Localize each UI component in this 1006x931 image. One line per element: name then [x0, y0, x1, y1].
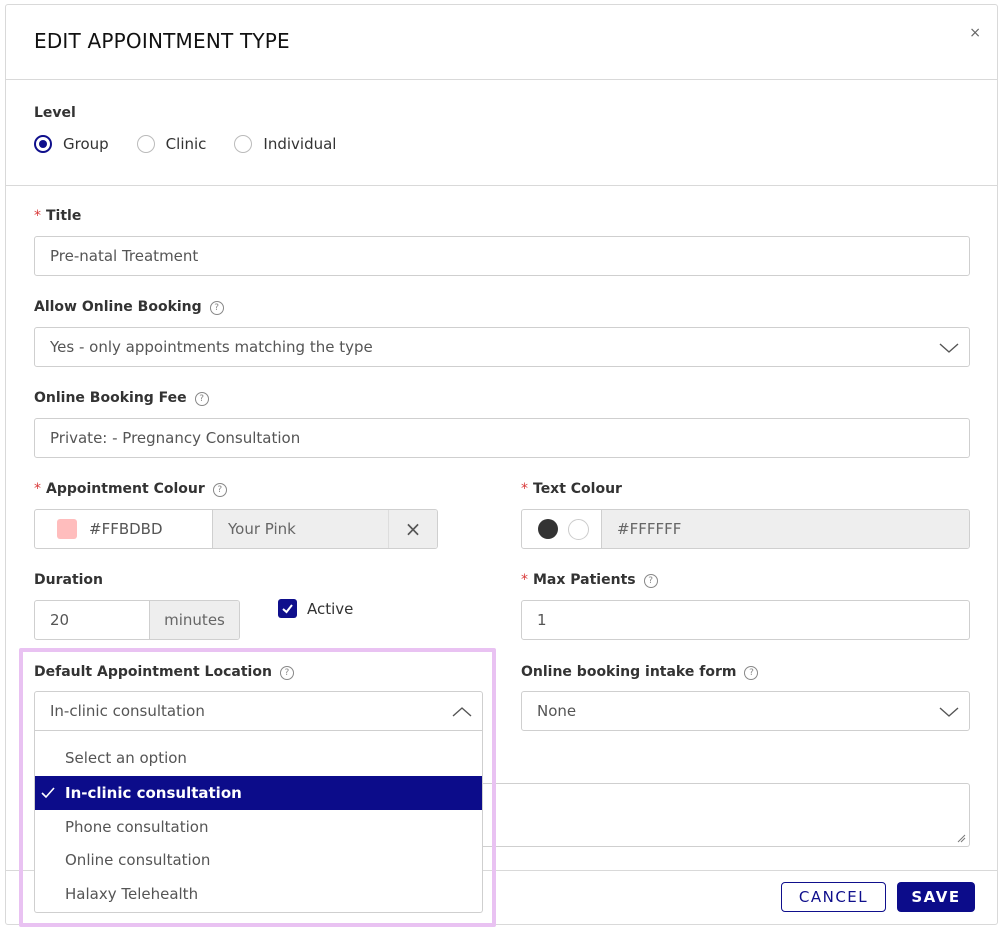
default-location-select[interactable]: In-clinic consultation — [34, 691, 483, 731]
dropdown-option[interactable]: Halaxy Telehealth — [35, 877, 481, 911]
intake-form-select[interactable]: None — [521, 691, 970, 731]
max-patients-input[interactable]: 1 — [521, 600, 970, 640]
notes-textarea[interactable] — [483, 783, 970, 847]
title-label: * Title — [34, 208, 81, 224]
radio-label: Individual — [263, 135, 337, 153]
title-label-text: Title — [46, 208, 82, 224]
radio-unchecked-icon — [136, 135, 155, 153]
required-marker: * — [521, 572, 528, 588]
colour-hex-value: #FFBDBD — [89, 520, 163, 538]
appointment-colour-label-text: Appointment Colour — [46, 481, 205, 497]
chevron-up-icon — [452, 707, 472, 717]
default-location-value: In-clinic consultation — [50, 702, 205, 720]
intake-form-value: None — [537, 702, 577, 720]
text-colour-label-text: Text Colour — [533, 481, 622, 497]
clear-colour-icon[interactable]: × — [388, 510, 437, 548]
light-colour-swatch[interactable] — [568, 518, 589, 540]
booking-fee-select[interactable]: Private: - Pregnancy Consultation — [34, 418, 970, 458]
text-colour-swatches — [522, 510, 602, 548]
dark-colour-swatch[interactable] — [538, 519, 558, 539]
colour-hex-field[interactable]: #FFBDBD — [35, 510, 213, 548]
help-icon[interactable]: ? — [212, 483, 227, 497]
required-marker: * — [34, 208, 41, 224]
colour-name-field: Your Pink × — [213, 510, 437, 548]
help-icon[interactable]: ? — [209, 301, 224, 315]
duration-unit: minutes — [150, 601, 239, 639]
required-marker: * — [34, 481, 41, 497]
help-icon[interactable]: ? — [279, 666, 294, 680]
default-location-dropdown: Select an option In-clinic consultation … — [34, 731, 483, 913]
intake-form-label-text: Online booking intake form — [521, 664, 737, 680]
online-booking-value: Yes - only appointments matching the typ… — [50, 338, 373, 356]
dropdown-option[interactable]: Online consultation — [35, 843, 481, 877]
default-location-label: Default Appointment Location? — [34, 664, 294, 680]
required-marker: * — [521, 481, 528, 497]
dropdown-option-label: In-clinic consultation — [65, 784, 242, 802]
duration-label: Duration — [34, 572, 104, 588]
text-colour-picker: #FFFFFF — [521, 509, 970, 549]
level-radio-individual-option[interactable]: Individual — [234, 135, 336, 153]
appointment-colour-picker: #FFBDBD Your Pink × — [34, 509, 438, 549]
colour-name-value: Your Pink — [228, 520, 296, 538]
help-icon[interactable]: ? — [744, 666, 759, 680]
level-label: Level — [34, 105, 76, 121]
dropdown-option[interactable]: Select an option — [35, 741, 481, 775]
radio-label: Clinic — [165, 135, 207, 153]
dropdown-option[interactable]: Phone consultation — [35, 810, 481, 844]
section-divider — [6, 185, 997, 186]
default-location-label-text: Default Appointment Location — [34, 664, 272, 680]
chevron-down-icon — [939, 707, 959, 717]
checkmark-icon — [278, 599, 297, 618]
duration-group: 20 minutes — [34, 600, 240, 640]
radio-checked-icon — [34, 135, 52, 153]
text-colour-label: * Text Colour — [521, 481, 622, 497]
level-radio-group-option[interactable]: Group — [34, 135, 109, 153]
title-input[interactable]: Pre-natal Treatment — [34, 236, 970, 276]
online-booking-label-text: Allow Online Booking — [34, 299, 202, 315]
intake-form-label: Online booking intake form? — [521, 664, 759, 680]
cancel-button[interactable]: CANCEL — [781, 882, 886, 912]
modal-title: EDIT APPOINTMENT TYPE — [34, 29, 290, 53]
online-booking-select[interactable]: Yes - only appointments matching the typ… — [34, 327, 970, 367]
booking-fee-label: Online Booking Fee? — [34, 390, 209, 406]
colour-swatch[interactable] — [57, 519, 77, 539]
active-label: Active — [307, 599, 354, 618]
modal-header: EDIT APPOINTMENT TYPE × — [6, 5, 997, 80]
save-button[interactable]: SAVE — [897, 882, 975, 912]
level-radio-group: Group Clinic Individual — [34, 135, 364, 153]
level-radio-clinic-option[interactable]: Clinic — [136, 135, 207, 153]
help-icon[interactable]: ? — [643, 574, 658, 588]
online-booking-label: Allow Online Booking? — [34, 299, 224, 315]
booking-fee-label-text: Online Booking Fee — [34, 390, 187, 406]
radio-label: Group — [63, 135, 109, 153]
active-checkbox[interactable]: Active — [278, 599, 353, 618]
chevron-down-icon — [939, 343, 959, 353]
resize-handle-icon[interactable] — [956, 833, 966, 843]
close-icon[interactable]: × — [969, 25, 981, 41]
help-icon[interactable]: ? — [194, 392, 209, 406]
max-patients-label: * Max Patients? — [521, 572, 658, 588]
text-colour-hex-field: #FFFFFF — [602, 510, 969, 548]
dropdown-option-selected[interactable]: In-clinic consultation — [35, 776, 482, 810]
max-patients-label-text: Max Patients — [533, 572, 636, 588]
radio-unchecked-icon — [234, 135, 253, 153]
appointment-colour-label: * Appointment Colour? — [34, 481, 227, 497]
duration-input[interactable]: 20 — [35, 601, 150, 639]
